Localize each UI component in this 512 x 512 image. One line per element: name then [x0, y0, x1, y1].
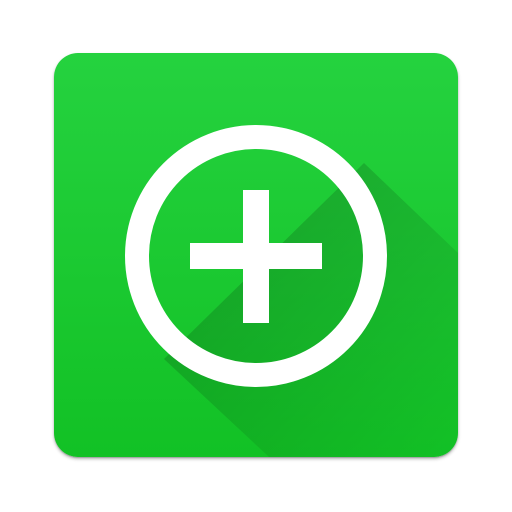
add-circle-icon — [54, 53, 458, 457]
plus-vertical-bar — [243, 190, 269, 323]
app-icon-tile[interactable] — [54, 53, 458, 457]
icon-canvas — [0, 0, 512, 512]
